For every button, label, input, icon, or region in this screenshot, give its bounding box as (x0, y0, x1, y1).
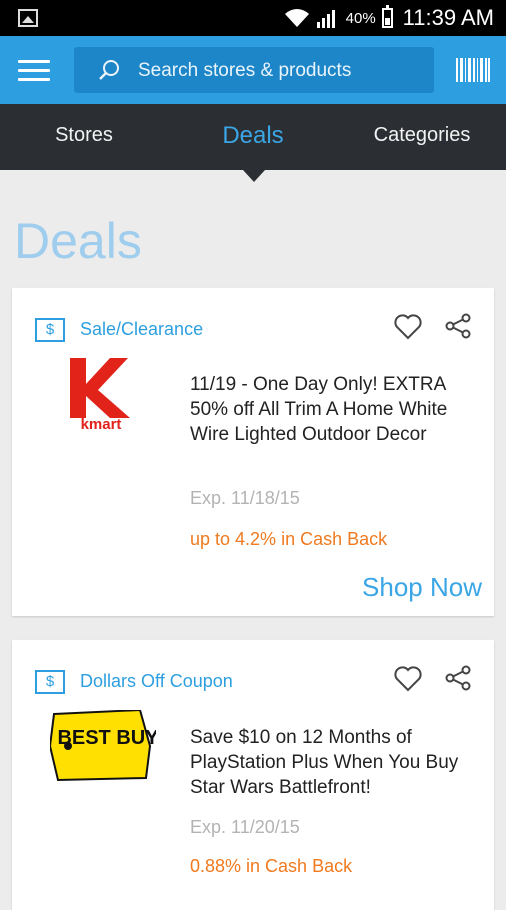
barcode-scan-icon[interactable] (456, 58, 490, 82)
search-icon (99, 60, 119, 80)
share-icon[interactable] (444, 665, 472, 691)
app-bar: Search stores & products (0, 36, 506, 104)
status-bar: 40% 11:39 AM (0, 0, 506, 36)
deal-expiry: Exp. 11/20/15 (190, 817, 300, 837)
favorite-heart-icon[interactable] (393, 313, 423, 341)
status-right: 40% 11:39 AM (284, 0, 494, 36)
bestbuy-logo: BEST BUY (50, 710, 156, 782)
dollar-icon: $ (35, 318, 65, 342)
wifi-icon (284, 9, 309, 27)
share-icon[interactable] (444, 313, 472, 339)
deal-card[interactable]: $ Dollars Off Coupon BEST BUY Save $10 o… (12, 640, 494, 910)
shop-now-link[interactable]: Shop Now (362, 572, 482, 603)
clock: 11:39 AM (402, 5, 494, 30)
deal-cashback: up to 4.2% in Cash Back (190, 529, 388, 549)
search-placeholder: Search stores & products (138, 60, 352, 81)
deal-type: Dollars Off Coupon (80, 671, 233, 691)
menu-icon[interactable] (18, 60, 50, 82)
kmart-logo-text: kmart (81, 416, 122, 430)
deal-cashback: 0.88% in Cash Back (190, 856, 353, 876)
image-notification-icon (18, 9, 38, 27)
signal-icon (316, 10, 335, 28)
dollar-icon: $ (35, 670, 65, 694)
page-title: Deals (14, 213, 142, 269)
tab-bar: Stores Deals Categories (0, 104, 506, 170)
kmart-logo: kmart (70, 358, 130, 430)
active-tab-indicator (243, 170, 265, 182)
bestbuy-logo-text: BEST BUY (57, 727, 156, 749)
search-input[interactable]: Search stores & products (74, 47, 434, 93)
battery-icon (381, 5, 393, 28)
battery-percent: 40% (345, 9, 376, 27)
tab-stores[interactable]: Stores (0, 124, 168, 147)
deal-card[interactable]: $ Sale/Clearance kmart 11/19 - One Day O… (12, 288, 494, 616)
deal-title[interactable]: 11/19 - One Day Only! EXTRA 50% off All … (190, 372, 480, 447)
tab-categories[interactable]: Categories (338, 124, 506, 147)
deal-type: Sale/Clearance (80, 319, 204, 339)
favorite-heart-icon[interactable] (393, 665, 423, 693)
deal-title[interactable]: Save $10 on 12 Months of PlayStation Plu… (190, 725, 480, 800)
tab-deals[interactable]: Deals (169, 122, 337, 150)
deal-expiry: Exp. 11/18/15 (190, 488, 300, 508)
